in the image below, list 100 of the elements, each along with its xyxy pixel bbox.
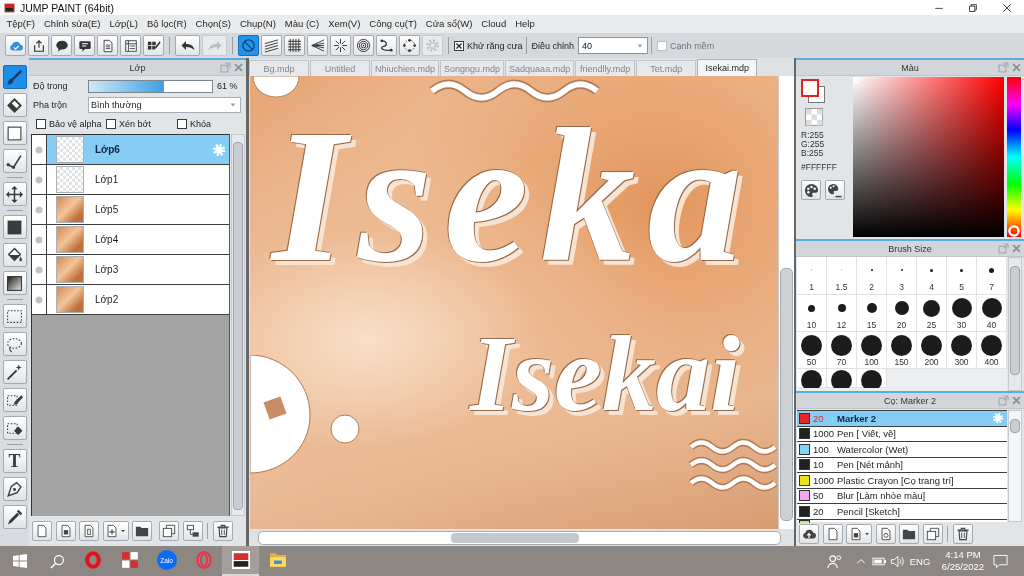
- pen-tool-button[interactable]: [2, 477, 27, 501]
- document-tab[interactable]: Isekai.mdp: [697, 59, 758, 76]
- folder-button[interactable]: [899, 524, 919, 544]
- brush-size-option[interactable]: 10: [797, 295, 827, 332]
- menu-item[interactable]: Cửa sổ(W): [421, 16, 477, 32]
- scrollbar-track[interactable]: [1008, 257, 1022, 391]
- brush-size-option[interactable]: 200: [917, 332, 947, 369]
- new-page-button[interactable]: [822, 524, 843, 544]
- brush-size-option[interactable]: 40: [977, 295, 1007, 332]
- menu-item[interactable]: Chọn(S): [191, 16, 236, 32]
- lasso-tool-button[interactable]: [2, 332, 27, 356]
- color-swatches-icon[interactable]: [801, 79, 826, 104]
- ruler-off-button[interactable]: [238, 35, 259, 56]
- delete-button[interactable]: [213, 521, 233, 541]
- antialias-checkbox[interactable]: [454, 40, 464, 51]
- menu-item[interactable]: Công cụ(T): [364, 16, 422, 32]
- brush-size-option[interactable]: 2: [857, 257, 887, 295]
- menu-item[interactable]: Lớp(L): [105, 16, 143, 32]
- concentric-ruler-button[interactable]: [353, 35, 374, 56]
- layer-row[interactable]: Lớp4: [32, 225, 229, 255]
- menu-item[interactable]: Chỉnh sửa(E): [39, 16, 106, 32]
- magic-wand-button[interactable]: [2, 360, 27, 384]
- color-field[interactable]: [853, 77, 1004, 237]
- brush-size-option[interactable]: 70: [827, 332, 857, 369]
- brush-size-option[interactable]: 20: [887, 295, 917, 332]
- merge-button[interactable]: [182, 521, 203, 541]
- scrollbar-thumb[interactable]: [1010, 419, 1020, 433]
- form-button[interactable]: [120, 35, 141, 56]
- scrollbar-thumb[interactable]: [780, 268, 793, 521]
- grid-edit-button[interactable]: [143, 35, 164, 56]
- brush-size-option[interactable]: 300: [947, 332, 977, 369]
- document-button[interactable]: [97, 35, 118, 56]
- page-frame-button[interactable]: [79, 521, 99, 541]
- add-page-button[interactable]: [102, 521, 129, 541]
- ellipse-ruler-button[interactable]: [399, 35, 420, 56]
- menu-item[interactable]: Tệp(F): [2, 16, 40, 32]
- bucket-tool-button[interactable]: [2, 243, 27, 267]
- duplicate-button[interactable]: [159, 521, 179, 541]
- brush-row[interactable]: 100 Watercolor (Wet): [797, 442, 1007, 458]
- select-eraser-button[interactable]: [2, 416, 27, 440]
- opacity-slider[interactable]: [88, 79, 213, 93]
- text-tool-button[interactable]: T: [2, 449, 27, 473]
- page-square-button[interactable]: [846, 524, 872, 544]
- brush-size-option[interactable]: 1.5: [827, 257, 857, 295]
- brush-tool-button[interactable]: [2, 65, 27, 89]
- scrollbar-thumb[interactable]: [451, 532, 579, 543]
- blend-mode-dropdown[interactable]: Bình thường: [88, 96, 241, 113]
- layer-row[interactable]: Lớp1: [32, 165, 229, 195]
- dropper-tool-button[interactable]: [2, 505, 27, 529]
- brush-size-option[interactable]: 100: [857, 332, 887, 369]
- palette-edit-button[interactable]: [824, 180, 845, 200]
- scrollbar-track[interactable]: [1008, 410, 1022, 522]
- menu-item[interactable]: Cloud: [476, 16, 511, 32]
- export-button[interactable]: [28, 35, 49, 56]
- palette-button[interactable]: [801, 180, 821, 200]
- slider-thumb[interactable]: [1008, 225, 1020, 237]
- brush-size-option[interactable]: [857, 369, 887, 388]
- brush-size-option[interactable]: 3: [887, 257, 917, 295]
- brush-size-option[interactable]: 50: [797, 332, 827, 369]
- checkbox[interactable]: [177, 119, 187, 129]
- brush-size-option[interactable]: 4: [917, 257, 947, 295]
- duplicate-button[interactable]: [922, 524, 943, 544]
- menu-item[interactable]: Chụp(N): [235, 16, 281, 32]
- scrollbar-thumb[interactable]: [233, 142, 243, 510]
- brush-size-option[interactable]: 5: [947, 257, 977, 295]
- parallel-ruler-button[interactable]: [261, 35, 282, 56]
- brush-row[interactable]: 20 Pencil [Sketch]: [797, 504, 1007, 520]
- scrollbar-track[interactable]: [778, 76, 794, 529]
- gradient-tool-button[interactable]: [2, 271, 27, 295]
- page-square-button[interactable]: [55, 521, 76, 541]
- speaker-icon[interactable]: [889, 553, 905, 569]
- speech-bubble-button[interactable]: [51, 35, 72, 56]
- curve-ruler-button[interactable]: [376, 35, 397, 56]
- select-pen-button[interactable]: [2, 388, 27, 412]
- menu-item[interactable]: Màu (C): [280, 16, 324, 32]
- brush-size-option[interactable]: 7: [977, 257, 1007, 295]
- brush-size-option[interactable]: 30: [947, 295, 977, 332]
- brush-size-option[interactable]: [797, 369, 827, 388]
- scrollbar-track[interactable]: [258, 530, 781, 545]
- scrollbar-track[interactable]: [231, 134, 245, 516]
- comment-button[interactable]: [74, 35, 95, 56]
- radial-ruler-button[interactable]: [330, 35, 351, 56]
- menu-item[interactable]: Bộ lọc(R): [142, 16, 192, 32]
- layer-row[interactable]: Lớp5: [32, 195, 229, 225]
- taskbar-app-button[interactable]: [222, 546, 259, 576]
- checkbox[interactable]: [106, 119, 116, 129]
- transparent-swatch-icon[interactable]: [805, 108, 823, 126]
- cloud-upload-button[interactable]: [799, 524, 819, 544]
- hue-slider[interactable]: [1007, 77, 1021, 237]
- layer-row[interactable]: Lớp3: [32, 255, 229, 285]
- page-circle-button[interactable]: [875, 524, 896, 544]
- fill-tool-button[interactable]: [2, 215, 27, 239]
- eraser-tool-button[interactable]: [2, 93, 27, 117]
- brush-row[interactable]: 1000 Pen [ Viết, vẽ]: [797, 426, 1007, 442]
- brush-size-option[interactable]: 12: [827, 295, 857, 332]
- layer-row[interactable]: Lớp2: [32, 285, 229, 315]
- language-indicator[interactable]: ENG: [908, 546, 932, 576]
- rectangle-tool-button[interactable]: [2, 121, 27, 145]
- rect-select-button[interactable]: [2, 304, 27, 328]
- folder-button[interactable]: [132, 521, 152, 541]
